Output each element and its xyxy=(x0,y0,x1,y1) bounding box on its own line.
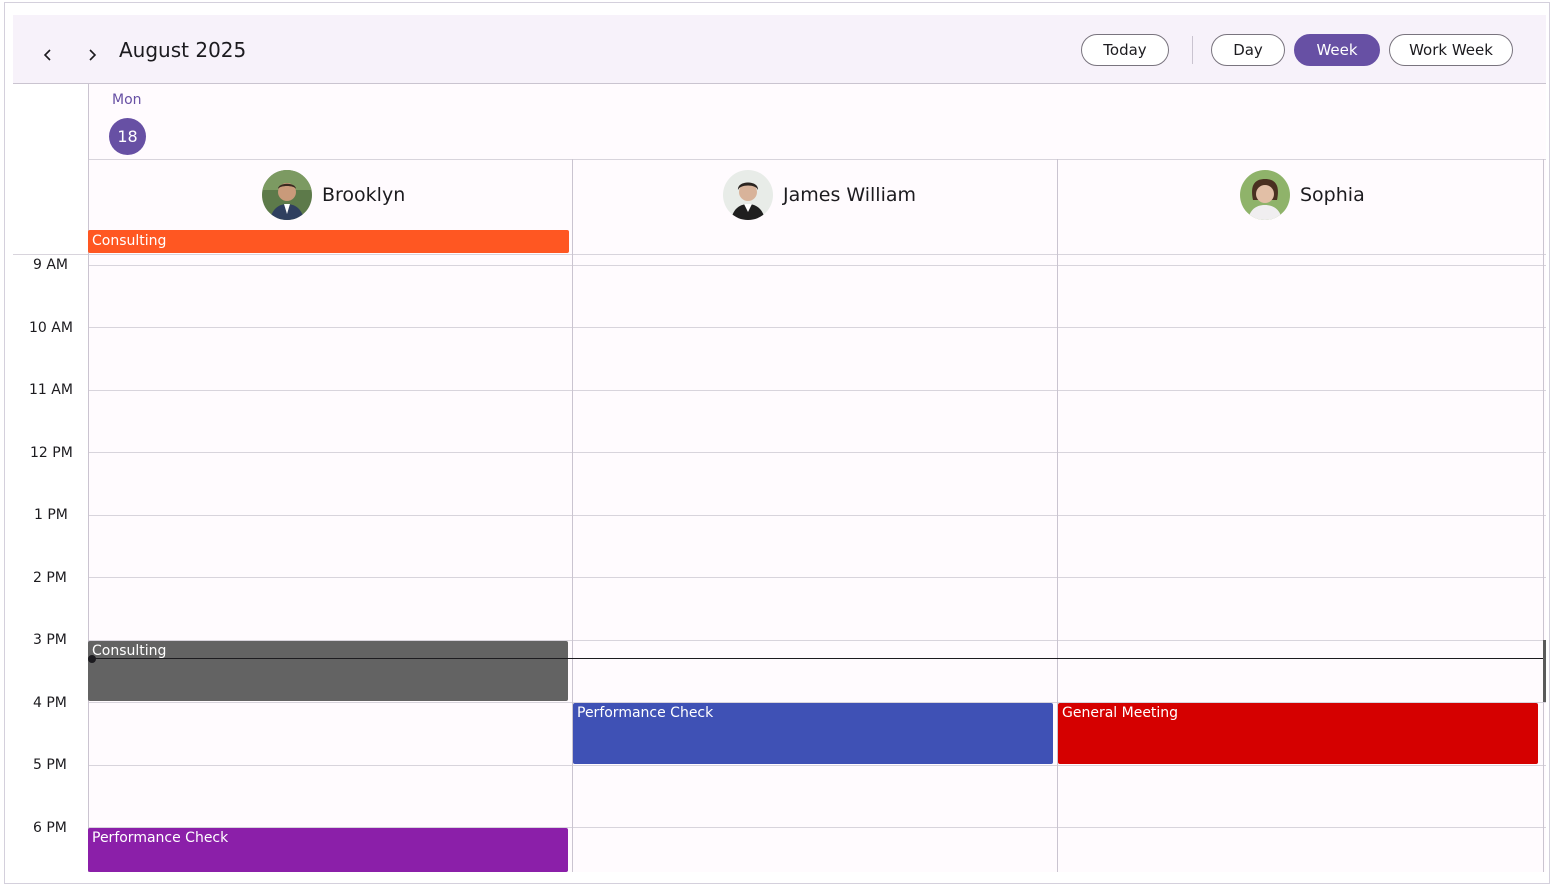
time-label: 6 PM xyxy=(33,820,67,836)
avatar xyxy=(262,170,312,220)
hour-line xyxy=(88,265,1546,266)
appointment[interactable]: Performance Check xyxy=(88,828,568,872)
appointment[interactable]: General Meeting xyxy=(1058,703,1538,764)
scrollbar-thumb[interactable] xyxy=(1543,640,1546,702)
hour-line xyxy=(88,577,1546,578)
time-label: 10 AM xyxy=(29,320,73,336)
allday-appointment[interactable]: Consulting xyxy=(88,230,569,253)
column-divider xyxy=(1057,159,1058,872)
current-time-dot xyxy=(88,655,96,663)
today-button[interactable]: Today xyxy=(1081,34,1169,66)
next-button[interactable] xyxy=(78,41,106,69)
view-day-button[interactable]: Day xyxy=(1211,34,1285,66)
person-avatar-icon xyxy=(1240,170,1290,220)
column-divider xyxy=(88,84,89,872)
hour-line xyxy=(88,327,1546,328)
day-number[interactable]: 18 xyxy=(109,118,146,155)
toolbar-divider xyxy=(1192,36,1193,64)
hour-line xyxy=(88,765,1546,766)
chevron-right-icon xyxy=(89,49,97,61)
view-work-week-button[interactable]: Work Week xyxy=(1389,34,1513,66)
time-label: 12 PM xyxy=(30,445,73,461)
appointment[interactable]: Performance Check xyxy=(573,703,1053,764)
resource-header-sophia[interactable]: Sophia xyxy=(1240,170,1365,220)
header-title[interactable]: August 2025 xyxy=(119,38,246,62)
previous-button[interactable] xyxy=(34,41,62,69)
resource-header-brooklyn[interactable]: Brooklyn xyxy=(262,170,405,220)
resource-name: James William xyxy=(783,184,917,206)
time-label: 11 AM xyxy=(29,382,73,398)
person-avatar-icon xyxy=(262,170,312,220)
resource-name: Sophia xyxy=(1300,184,1365,206)
column-divider xyxy=(572,159,573,872)
time-label: 5 PM xyxy=(33,757,67,773)
time-label: 4 PM xyxy=(33,695,67,711)
day-header xyxy=(88,84,1546,159)
resource-header-top-line xyxy=(88,159,1546,160)
allday-bottom-line xyxy=(13,254,1546,255)
hour-line xyxy=(88,452,1546,453)
avatar xyxy=(1240,170,1290,220)
resource-name: Brooklyn xyxy=(322,184,406,206)
hour-line xyxy=(88,390,1546,391)
avatar xyxy=(723,170,773,220)
person-avatar-icon xyxy=(723,170,773,220)
hour-line xyxy=(88,515,1546,516)
appointment[interactable]: Consulting xyxy=(88,641,568,701)
time-label: 3 PM xyxy=(33,632,67,648)
time-label: 2 PM xyxy=(33,570,67,586)
day-name[interactable]: Mon xyxy=(112,92,142,108)
view-week-button[interactable]: Week xyxy=(1294,34,1380,66)
current-time-indicator xyxy=(92,658,1544,659)
resource-header-james-william[interactable]: James William xyxy=(723,170,916,220)
time-label: 1 PM xyxy=(34,507,68,523)
column-divider xyxy=(1543,159,1544,872)
time-label: 9 AM xyxy=(33,257,69,273)
chevron-left-icon xyxy=(43,49,51,61)
